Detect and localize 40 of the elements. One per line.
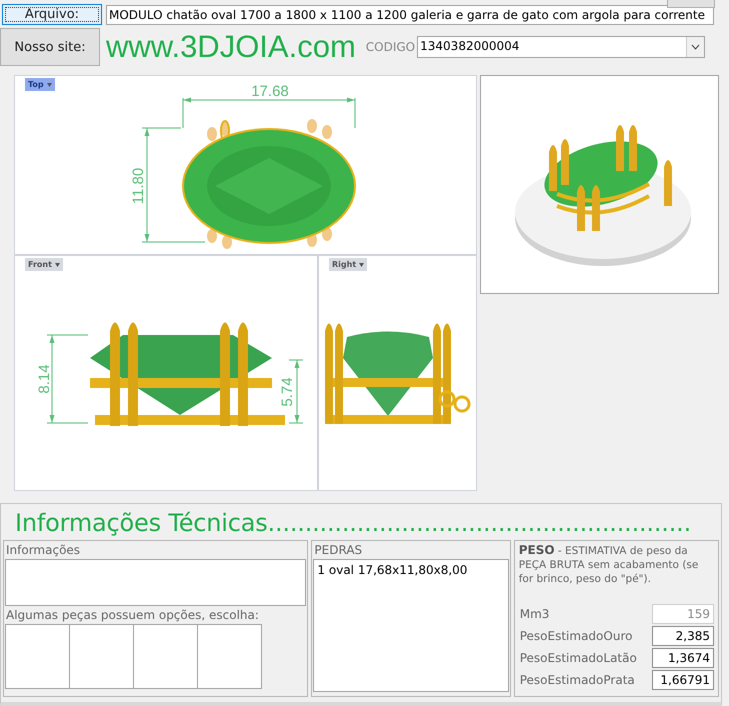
option-slot[interactable] <box>133 624 198 689</box>
weight-field[interactable]: 1,66791 <box>652 670 714 690</box>
option-slot[interactable] <box>69 624 134 689</box>
code-combo[interactable]: 1340382000004 <box>417 36 706 58</box>
extension-line <box>46 334 88 336</box>
weight-field[interactable]: 1,3674 <box>652 648 714 668</box>
options-label: Algumas peças possuem opções, escolha: <box>5 607 260 624</box>
info-field[interactable] <box>5 559 306 606</box>
stones-field[interactable]: 1 oval 17,68x11,80x8,00 <box>313 559 509 692</box>
caret-down-icon[interactable] <box>54 262 60 266</box>
viewport-tab[interactable]: Right <box>329 258 368 271</box>
option-slot[interactable] <box>197 624 262 689</box>
dimension-label: 11.80 <box>130 168 147 204</box>
dimension-label: 8.14 <box>36 364 53 394</box>
info-label: Informações <box>5 542 82 559</box>
dimension-label: 5.74 <box>279 377 296 407</box>
weight-label: PesoEstimadoLatão <box>520 651 637 665</box>
option-slot[interactable] <box>5 624 70 689</box>
weight-field[interactable]: 2,385 <box>652 626 714 646</box>
dimension-line <box>294 360 300 424</box>
weight-label: PesoEstimadoOuro <box>520 629 632 643</box>
viewport-tab[interactable]: Front <box>25 258 63 271</box>
stones-label: PEDRAS <box>313 542 364 559</box>
site-button[interactable]: Nosso site: <box>0 28 100 66</box>
extension-line <box>46 422 88 424</box>
section-title: Informações Técnicas......................................................... <box>15 509 692 538</box>
code-label: CODIGO <box>366 40 416 54</box>
file-name-field[interactable]: MODULO chatão oval 1700 a 1800 x 1100 a 1200 galeria e garra de gato com argola para corrente <box>106 4 714 24</box>
extension-line <box>288 422 304 424</box>
chevron-down-icon <box>691 44 700 50</box>
weight-label: PesoEstimadoPrata <box>520 673 635 687</box>
weight-label: Mm3 <box>520 607 550 621</box>
site-url: www.3DJOIA.com <box>106 29 356 65</box>
dimension-label: 17.68 <box>251 83 289 100</box>
caret-down-icon[interactable] <box>359 262 364 266</box>
file-button[interactable]: Arquivo: <box>2 4 102 25</box>
caret-down-icon[interactable] <box>46 82 52 86</box>
viewport-tab[interactable]: Top <box>25 78 55 91</box>
weight-note: PESO - ESTIMATIVA de peso da PEÇA BRUTA sem acabamento (se for brinco, peso do "pé"). <box>518 542 700 587</box>
extension-line <box>354 98 356 128</box>
